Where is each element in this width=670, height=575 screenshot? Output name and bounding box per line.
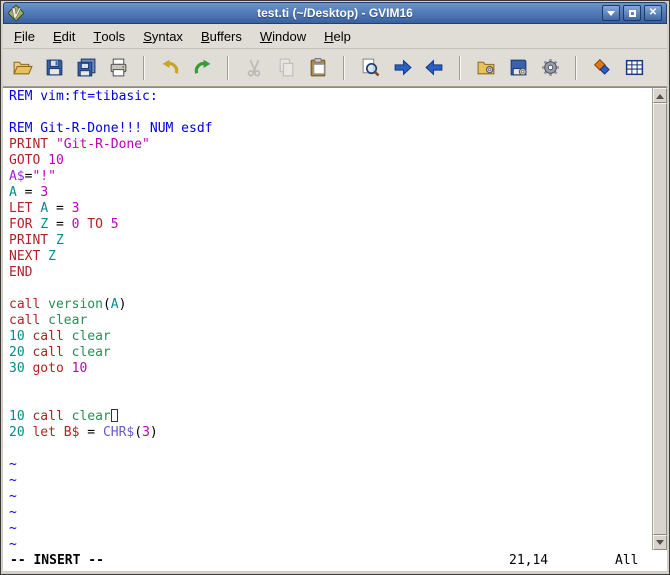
scroll-down-arrow[interactable]	[653, 535, 667, 550]
make-button[interactable]	[587, 53, 617, 83]
editor-line: 30 goto 10	[9, 361, 88, 376]
find-prev-button[interactable]	[419, 53, 449, 83]
title-bar[interactable]: test.ti (~/Desktop) - GVIM16 ✕	[3, 2, 667, 24]
save-all-icon	[77, 58, 95, 77]
toolbar-separator	[575, 55, 577, 80]
cut-button[interactable]	[239, 53, 269, 83]
empty-buffer-line: ~	[9, 489, 17, 504]
close-button[interactable]: ✕	[644, 5, 662, 21]
print-icon	[110, 58, 126, 77]
toolbar-separator	[459, 55, 461, 80]
editor-line: A = 3	[9, 185, 49, 200]
menu-item-buffers[interactable]: Buffers	[192, 24, 251, 48]
cut-icon	[247, 59, 260, 77]
empty-buffer-line: ~	[9, 521, 17, 536]
load-session-icon	[477, 61, 494, 75]
scroll-up-arrow[interactable]	[653, 88, 667, 103]
open-file-button[interactable]	[7, 53, 37, 83]
redo-button[interactable]	[187, 53, 217, 83]
paste-icon	[310, 58, 325, 77]
menu-item-tools[interactable]: Tools	[84, 24, 134, 48]
maximize-button[interactable]	[623, 5, 641, 21]
scrollbar-thumb[interactable]	[653, 103, 667, 535]
save-icon	[46, 59, 62, 76]
print-button[interactable]	[103, 53, 133, 83]
empty-buffer-line: ~	[9, 537, 17, 550]
menu-item-syntax[interactable]: Syntax	[134, 24, 192, 48]
copy-icon	[279, 58, 293, 77]
editor-line: FOR Z = 0 TO 5	[9, 217, 119, 232]
open-file-icon	[12, 61, 33, 75]
undo-button[interactable]	[155, 53, 185, 83]
table-icon	[625, 59, 643, 76]
editor-line: PRINT Z	[9, 233, 64, 248]
save-all-button[interactable]	[71, 53, 101, 83]
undo-icon	[162, 59, 178, 74]
empty-buffer-line: ~	[9, 505, 17, 520]
toolbar-separator	[143, 55, 145, 80]
copy-button[interactable]	[271, 53, 301, 83]
toolbar-separator	[343, 55, 345, 80]
window-title: test.ti (~/Desktop) - GVIM16	[257, 6, 413, 20]
maximize-icon	[628, 9, 636, 17]
minimize-button[interactable]	[602, 5, 620, 21]
save-session-icon	[510, 59, 527, 76]
paste-button[interactable]	[303, 53, 333, 83]
editor-line: call version(A)	[9, 297, 127, 312]
redo-icon	[194, 59, 210, 74]
editor[interactable]: REM vim:ft=tibasic: REM Git-R-Done!!! NUM…	[3, 87, 667, 550]
editor-line: NEXT Z	[9, 249, 56, 264]
scrollbar[interactable]	[652, 88, 667, 550]
run-script-icon	[541, 59, 559, 76]
find-replace-button[interactable]	[355, 53, 385, 83]
save-button[interactable]	[39, 53, 69, 83]
editor-line: 20 let B$ = CHR$(3)	[9, 425, 158, 440]
gvim-window: test.ti (~/Desktop) - GVIM16 ✕ File Edit T…	[0, 0, 670, 575]
editor-text[interactable]: REM vim:ft=tibasic: REM Git-R-Done!!! NUM…	[3, 88, 652, 550]
save-session-button[interactable]	[503, 53, 533, 83]
editor-line: PRINT "Git-R-Done"	[9, 137, 150, 152]
editor-line: LET A = 3	[9, 201, 80, 216]
editor-line: REM Git-R-Done!!! NUM esdf	[9, 121, 213, 136]
minimize-icon	[607, 10, 615, 20]
editor-line: 10 call clear	[9, 329, 111, 344]
menu-item-edit[interactable]: Edit	[44, 24, 84, 48]
find-next-icon	[394, 59, 412, 76]
editor-line: call clear	[9, 313, 88, 328]
vim-logo-icon	[8, 5, 24, 21]
make-icon	[593, 58, 610, 75]
menu-bar: File Edit Tools Syntax Buffers Window Help	[3, 24, 667, 49]
scroll-position: All	[615, 553, 639, 568]
toolbar-separator	[227, 55, 229, 80]
text-cursor	[110, 409, 118, 422]
empty-buffer-line: ~	[9, 457, 17, 472]
toolbar	[3, 49, 667, 87]
close-icon: ✕	[648, 7, 658, 18]
editor-line: 10 call clear	[9, 409, 652, 425]
cursor-position: 21,14	[509, 553, 549, 568]
editor-line: REM vim:ft=tibasic:	[9, 89, 158, 104]
find-prev-icon	[424, 59, 442, 76]
editor-line: A$="!"	[9, 169, 56, 184]
find-replace-icon	[362, 58, 379, 77]
editor-line: END	[9, 265, 33, 280]
run-script-button[interactable]	[535, 53, 565, 83]
editor-line: GOTO 10	[9, 153, 64, 168]
mode-indicator: -- INSERT --	[10, 553, 104, 568]
empty-buffer-line: ~	[9, 473, 17, 488]
editor-line: 20 call clear	[9, 345, 111, 360]
window-controls: ✕	[599, 5, 662, 21]
table-button[interactable]	[619, 53, 649, 83]
menu-item-file[interactable]: File	[5, 24, 44, 48]
find-next-button[interactable]	[387, 53, 417, 83]
menu-item-window[interactable]: Window	[251, 24, 315, 48]
menu-item-help[interactable]: Help	[315, 24, 360, 48]
load-session-button[interactable]	[471, 53, 501, 83]
status-line: -- INSERT -- 21,14 All	[3, 550, 667, 571]
